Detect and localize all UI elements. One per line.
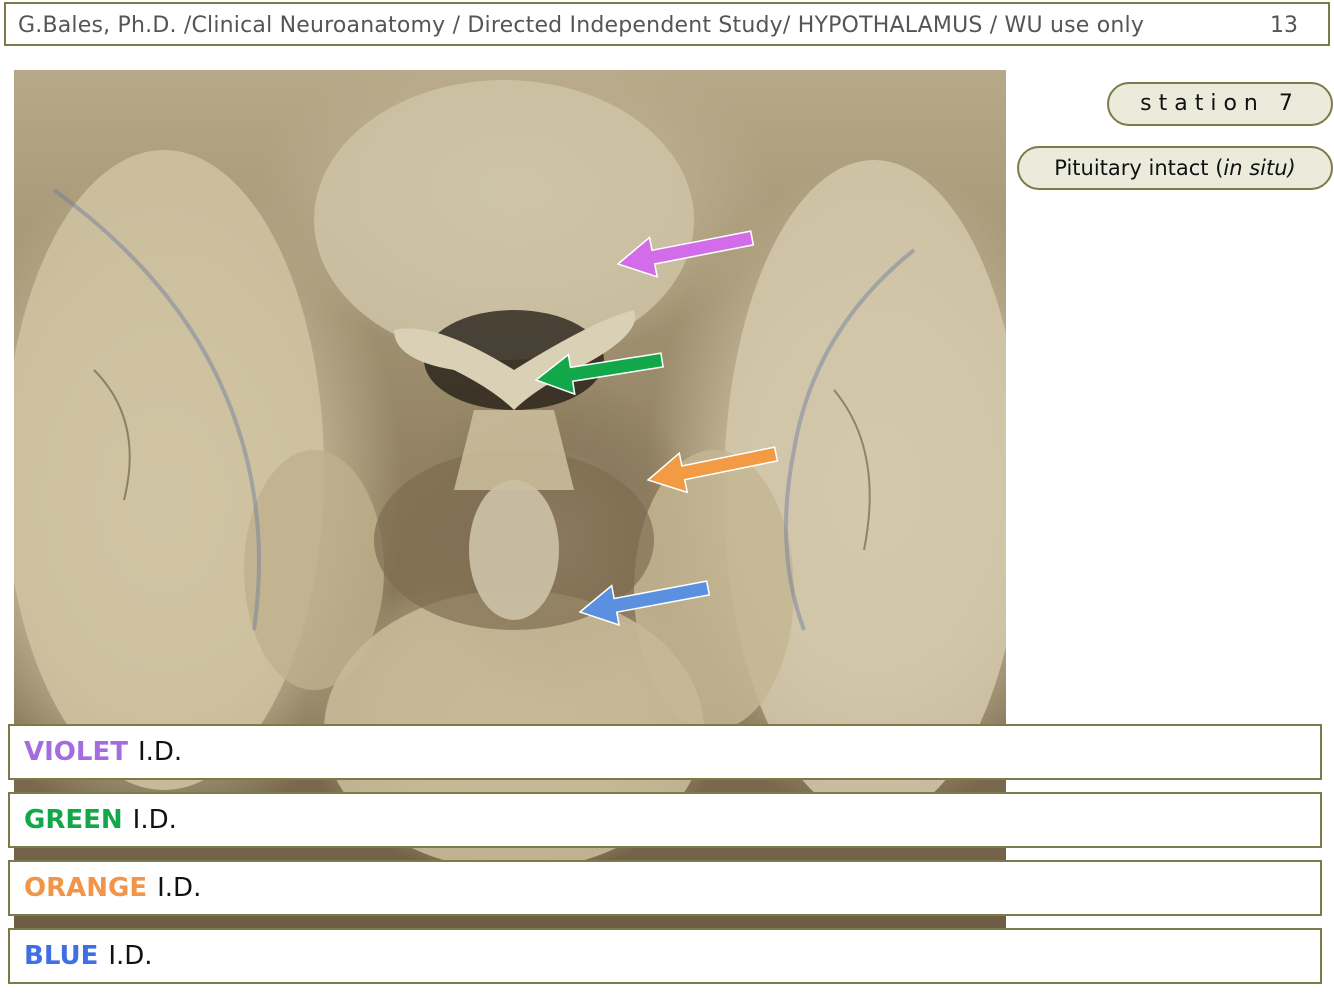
pituitary-label: Pituitary intact ( (1054, 156, 1224, 180)
id-row-green[interactable]: GREEN I.D. (8, 792, 1322, 848)
pituitary-in-situ: in situ) (1223, 156, 1296, 180)
id-label-violet: VIOLET (24, 737, 128, 767)
id-label-blue: BLUE (24, 941, 99, 971)
id-label-orange: ORANGE (24, 873, 148, 903)
pituitary-badge: Pituitary intact (in situ) (1017, 146, 1333, 190)
id-row-blue[interactable]: BLUE I.D. (8, 928, 1322, 984)
slide-header: G.Bales, Ph.D. /Clinical Neuroanatomy / … (4, 2, 1330, 46)
id-suffix-green: I.D. (132, 805, 177, 835)
id-suffix-blue: I.D. (108, 941, 153, 971)
page-number: 13 (1270, 13, 1298, 38)
slide-title: G.Bales, Ph.D. /Clinical Neuroanatomy / … (18, 13, 1145, 38)
id-row-orange[interactable]: ORANGE I.D. (8, 860, 1322, 916)
id-suffix-violet: I.D. (137, 737, 183, 767)
id-label-green: GREEN (24, 805, 123, 835)
id-row-violet[interactable]: VIOLET I.D. (8, 724, 1322, 780)
id-suffix-orange: I.D. (157, 873, 202, 903)
station-badge: station 7 (1107, 82, 1333, 126)
